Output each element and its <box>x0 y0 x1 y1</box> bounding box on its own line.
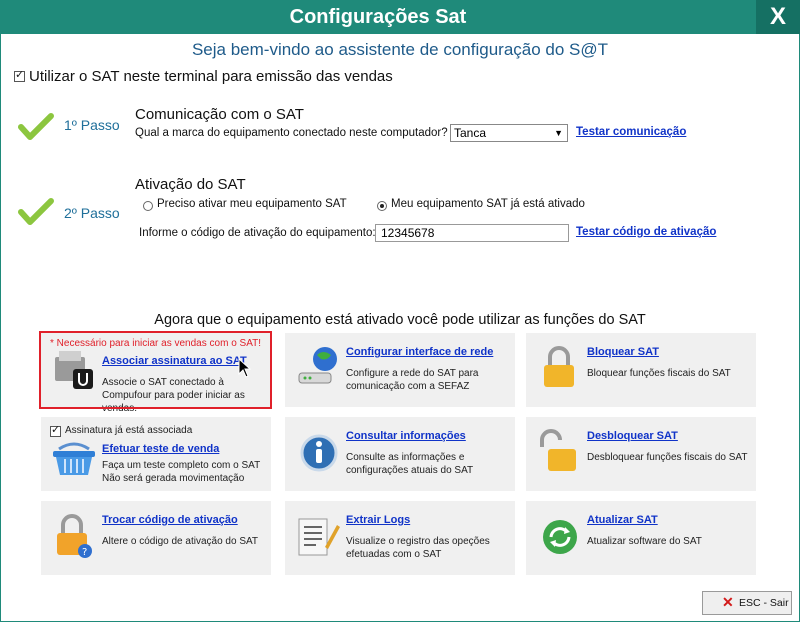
rede-desc: Configure a rede do SAT para comunicação… <box>346 368 479 392</box>
title-bar: Configurações Sat X <box>0 0 800 34</box>
desbloquear-title[interactable]: Desbloquear SAT <box>587 430 678 442</box>
lock-question-icon: ? <box>57 514 92 558</box>
lock-icon <box>544 346 574 387</box>
teste-title[interactable]: Efetuar teste de venda <box>102 443 219 455</box>
radio-already-active-label: Meu equipamento SAT já está ativado <box>391 198 585 210</box>
window-title: Configurações Sat <box>289 6 467 28</box>
log-document-icon <box>298 518 340 556</box>
logs-title[interactable]: Extrair Logs <box>346 514 410 526</box>
tile-configurar-rede[interactable]: Configurar interface de rede Configure a… <box>285 333 515 407</box>
logs-desc: Visualize o registro das opeções efetuad… <box>346 536 490 560</box>
refresh-icon <box>543 520 577 554</box>
tile-desbloquear-sat[interactable]: Desbloquear SAT Desbloquear funções fisc… <box>526 417 756 491</box>
esc-exit-button[interactable]: ✕ ESC - Sair <box>702 591 792 615</box>
close-button[interactable]: X <box>756 0 800 34</box>
consultar-title[interactable]: Consultar informações <box>346 430 466 442</box>
required-note: * Necessário para iniciar as vendas com … <box>50 338 262 349</box>
brand-question: Qual a marca do equipamento conectado ne… <box>135 127 448 139</box>
consultar-desc: Consulte as informações e configurações … <box>346 452 474 476</box>
brand-select[interactable]: Tanca ▼ <box>450 124 568 142</box>
use-sat-label: Utilizar o SAT neste terminal para emiss… <box>29 68 393 85</box>
close-icon: ✕ <box>722 594 734 610</box>
test-activation-code-link[interactable]: Testar código de ativação <box>576 226 716 238</box>
tile-trocar-codigo[interactable]: ? Trocar código de ativação Altere o cód… <box>41 501 271 575</box>
tile-atualizar-sat[interactable]: Atualizar SAT Atualizar software do SAT <box>526 501 756 575</box>
check-mark-icon <box>18 113 54 140</box>
atualizar-title[interactable]: Atualizar SAT <box>587 514 658 526</box>
welcome-heading: Seja bem-vindo ao assistente de configur… <box>191 40 609 59</box>
desbloquear-desc: Desbloquear funções fiscais do SAT <box>587 452 748 463</box>
signature-associated-checkbox[interactable] <box>50 423 61 437</box>
esc-exit-label: ESC - Sair <box>739 597 789 609</box>
trocar-desc: Altere o código de ativação do SAT <box>102 536 259 547</box>
functions-header: Agora que o equipamento está ativado voc… <box>154 312 646 328</box>
activation-code-input[interactable]: 12345678 <box>375 224 569 242</box>
mouse-cursor-icon <box>238 358 252 378</box>
step2-title: Ativação do SAT <box>135 176 246 193</box>
info-icon <box>300 434 338 472</box>
svg-text:?: ? <box>82 547 87 558</box>
radio-already-active[interactable] <box>377 201 387 211</box>
test-communication-link[interactable]: Testar comunicação <box>576 126 686 138</box>
shopping-basket-icon <box>53 442 95 475</box>
activation-code-label: Informe o código de ativação do equipame… <box>139 227 376 239</box>
trocar-title[interactable]: Trocar código de ativação <box>102 514 238 526</box>
chevron-down-icon: ▼ <box>554 128 563 138</box>
network-globe-icon <box>298 347 337 384</box>
tile-extrair-logs[interactable]: Extrair Logs Visualize o registro das op… <box>285 501 515 575</box>
check-mark-icon <box>18 198 54 225</box>
use-sat-checkbox[interactable] <box>14 68 25 82</box>
step1-label: 1º Passo <box>64 117 120 133</box>
step2-label: 2º Passo <box>64 205 120 221</box>
tile-bloquear-sat[interactable]: Bloquear SAT Bloquear funções fiscais do… <box>526 333 756 407</box>
unlock-icon <box>540 429 576 471</box>
bloquear-desc: Bloquear funções fiscais do SAT <box>587 368 731 379</box>
bloquear-title[interactable]: Bloquear SAT <box>587 346 659 358</box>
tile-consultar-informacoes[interactable]: Consultar informações Consulte as inform… <box>285 417 515 491</box>
atualizar-desc: Atualizar software do SAT <box>587 536 702 547</box>
rede-title[interactable]: Configurar interface de rede <box>346 346 493 358</box>
radio-need-activate-label: Preciso ativar meu equipamento SAT <box>157 198 347 210</box>
step1-title: Comunicação com o SAT <box>135 106 304 123</box>
teste-desc: Faça um teste completo com o SAT Não ser… <box>102 460 261 484</box>
brand-select-value: Tanca <box>454 126 487 140</box>
signature-associated-label: Assinatura já está associada <box>65 425 193 436</box>
radio-need-activate[interactable] <box>143 201 153 211</box>
